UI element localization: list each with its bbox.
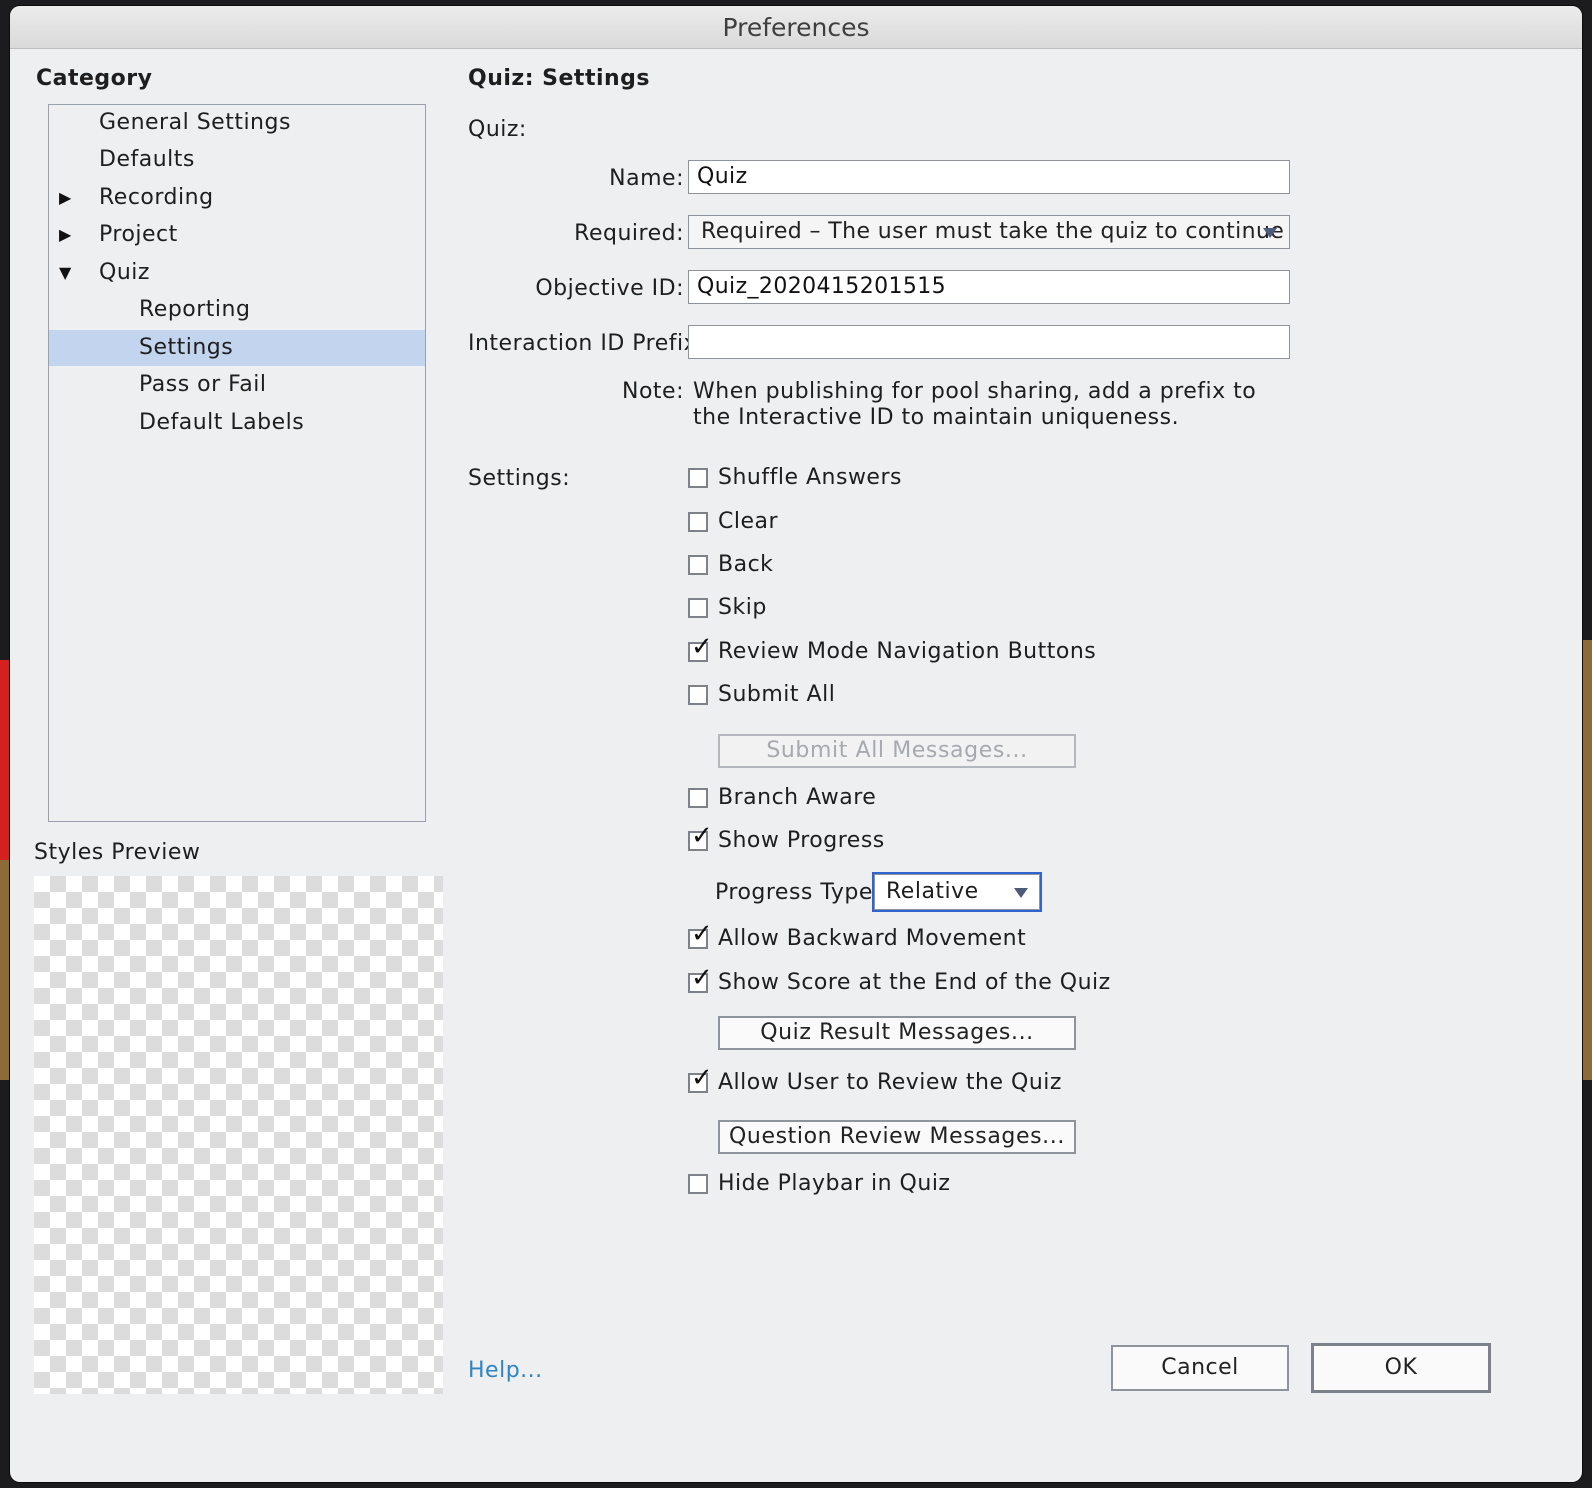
tree-item-label: Pass or Fail [139, 372, 267, 397]
required-select-value: Required – The user must take the quiz t… [701, 219, 1285, 244]
show-progress-checkbox[interactable]: ✓ [688, 823, 713, 851]
note-text-line1: When publishing for pool sharing, add a … [693, 379, 1257, 404]
quiz-result-messages-button[interactable]: Quiz Result Messages... [718, 1016, 1076, 1050]
shuffle-answers-checkbox[interactable] [688, 468, 708, 488]
required-label: Required: [574, 221, 684, 246]
tree-item-label: Project [99, 222, 178, 247]
chevron-down-icon [1263, 228, 1277, 238]
window-title: Preferences [10, 6, 1582, 49]
tree-item-default-labels[interactable]: Default Labels [49, 405, 425, 441]
submit-all-messages-button[interactable]: Submit All Messages... [718, 734, 1076, 768]
styles-preview-canvas [34, 876, 443, 1394]
progress-type-select[interactable]: Relative [872, 872, 1042, 912]
objective-id-label: Objective ID: [535, 276, 684, 301]
preferences-dialog: Preferences Category General Settings De… [10, 6, 1582, 1482]
help-link[interactable]: Help... [468, 1358, 543, 1383]
back-label: Back [718, 552, 774, 577]
tree-item-label: Settings [139, 335, 234, 360]
required-select[interactable]: Required – The user must take the quiz t… [688, 215, 1290, 249]
question-review-messages-button[interactable]: Question Review Messages... [718, 1120, 1076, 1154]
note-text-line2: the Interactive ID to maintain uniquenes… [693, 405, 1180, 430]
expand-arrow-icon[interactable]: ▶ [59, 180, 72, 216]
note-label: Note: [622, 379, 684, 404]
checkmark-icon: ✓ [691, 1063, 713, 1093]
review-mode-nav-label: Review Mode Navigation Buttons [718, 639, 1097, 664]
tree-item-pass-or-fail[interactable]: Pass or Fail [49, 367, 425, 403]
settings-group-label: Settings: [468, 466, 571, 491]
branch-aware-checkbox[interactable] [688, 788, 708, 808]
tree-item-label: General Settings [99, 110, 291, 135]
tree-item-general-settings[interactable]: General Settings [49, 105, 425, 141]
styles-preview-label: Styles Preview [34, 840, 201, 865]
branch-aware-label: Branch Aware [718, 785, 877, 810]
tree-item-recording[interactable]: ▶ Recording [49, 180, 425, 216]
show-score-label: Show Score at the End of the Quiz [718, 970, 1111, 995]
tree-item-settings[interactable]: Settings [49, 330, 425, 366]
category-heading: Category [36, 66, 153, 91]
tree-item-reporting[interactable]: Reporting [49, 292, 425, 328]
allow-backward-checkbox[interactable]: ✓ [688, 921, 713, 949]
objective-id-field[interactable] [688, 270, 1290, 304]
review-mode-nav-checkbox[interactable]: ✓ [688, 634, 713, 662]
skip-checkbox[interactable] [688, 598, 708, 618]
tree-item-project[interactable]: ▶ Project [49, 217, 425, 253]
tree-item-defaults[interactable]: Defaults [49, 142, 425, 178]
show-score-checkbox[interactable]: ✓ [688, 965, 713, 993]
shuffle-answers-label: Shuffle Answers [718, 465, 902, 490]
checkmark-icon: ✓ [691, 963, 713, 993]
checkmark-icon: ✓ [691, 821, 713, 851]
allow-review-label: Allow User to Review the Quiz [718, 1070, 1062, 1095]
allow-review-checkbox[interactable]: ✓ [688, 1065, 713, 1093]
section-title: Quiz: Settings [468, 66, 651, 91]
clear-checkbox[interactable] [688, 512, 708, 532]
expand-arrow-icon[interactable]: ▶ [59, 217, 72, 253]
quiz-group-label: Quiz: [468, 117, 527, 142]
hide-playbar-label: Hide Playbar in Quiz [718, 1171, 951, 1196]
name-field[interactable] [688, 160, 1290, 194]
checkmark-icon: ✓ [691, 919, 713, 949]
cancel-button[interactable]: Cancel [1111, 1345, 1289, 1391]
ok-button[interactable]: OK [1311, 1343, 1491, 1393]
tree-item-label: Reporting [139, 297, 251, 322]
allow-backward-label: Allow Backward Movement [718, 926, 1027, 951]
name-label: Name: [609, 166, 684, 191]
hide-playbar-checkbox[interactable] [688, 1174, 708, 1194]
progress-type-value: Relative [886, 879, 979, 904]
clear-label: Clear [718, 509, 779, 534]
progress-type-label: Progress Type: [715, 880, 881, 905]
tree-item-label: Defaults [99, 147, 195, 172]
chevron-down-icon [1014, 888, 1028, 898]
interaction-prefix-field[interactable] [688, 325, 1290, 359]
submit-all-label: Submit All [718, 682, 836, 707]
checkmark-icon: ✓ [691, 632, 713, 662]
tree-item-label: Quiz [99, 260, 150, 285]
back-checkbox[interactable] [688, 555, 708, 575]
show-progress-label: Show Progress [718, 828, 885, 853]
skip-label: Skip [718, 595, 767, 620]
tree-item-label: Recording [99, 185, 214, 210]
interaction-prefix-label: Interaction ID Prefix: [468, 331, 706, 356]
submit-all-checkbox[interactable] [688, 685, 708, 705]
tree-item-quiz[interactable]: ▼ Quiz [49, 255, 425, 291]
collapse-arrow-icon[interactable]: ▼ [59, 255, 72, 291]
tree-item-label: Default Labels [139, 410, 305, 435]
category-tree[interactable]: General Settings Defaults ▶ Recording ▶ … [48, 104, 426, 822]
